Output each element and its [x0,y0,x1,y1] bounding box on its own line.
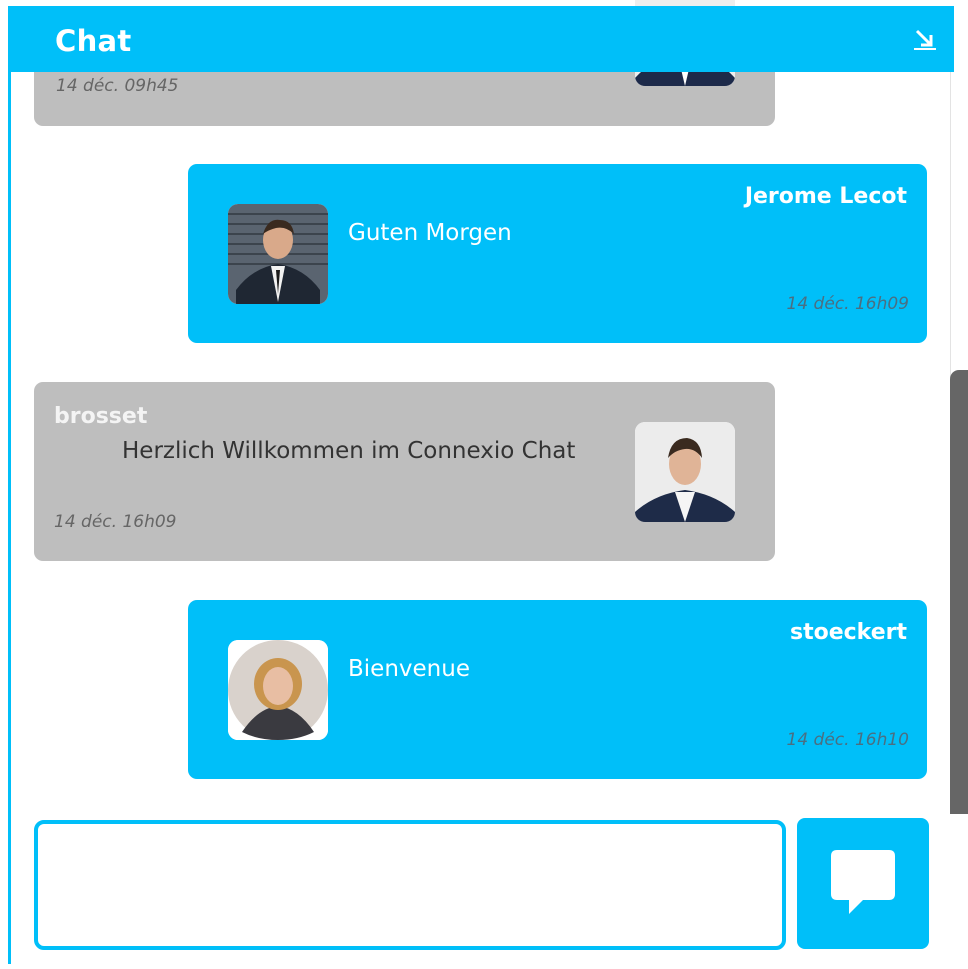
message-bubble: brosset Herzlich Willkommen im Connexio … [34,382,775,561]
message-input-box[interactable] [34,820,786,950]
message-sender: stoeckert [789,620,907,645]
message-text: Herzlich Willkommen im Connexio Chat [122,438,576,464]
message-text: Guten Morgen [348,220,512,246]
speech-bubble-icon [831,850,895,914]
message-time: 14 déc. 16h09 [786,294,909,314]
message-time: 14 déc. 16h10 [786,730,909,750]
message-sender: brosset [54,404,148,429]
chat-header: Chat [8,6,954,72]
avatar [228,640,328,740]
chat-title: Chat [55,24,132,58]
avatar [635,422,735,522]
message-bubble: stoeckert Bienvenue 14 déc. 16h10 [188,600,927,779]
message-time: 14 déc. 09h45 [56,76,179,96]
arrow-down-right-icon[interactable] [914,28,936,50]
message-input[interactable] [38,824,782,946]
message-text: Bienvenue [348,656,470,682]
message-bubble: Jerome Lecot Guten Morgen 14 déc. 16h09 [188,164,927,343]
avatar [228,204,328,304]
scrollbar-thumb[interactable] [950,370,968,814]
send-button[interactable] [797,818,929,949]
message-time: 14 déc. 16h09 [54,512,177,532]
message-sender: Jerome Lecot [744,184,907,209]
